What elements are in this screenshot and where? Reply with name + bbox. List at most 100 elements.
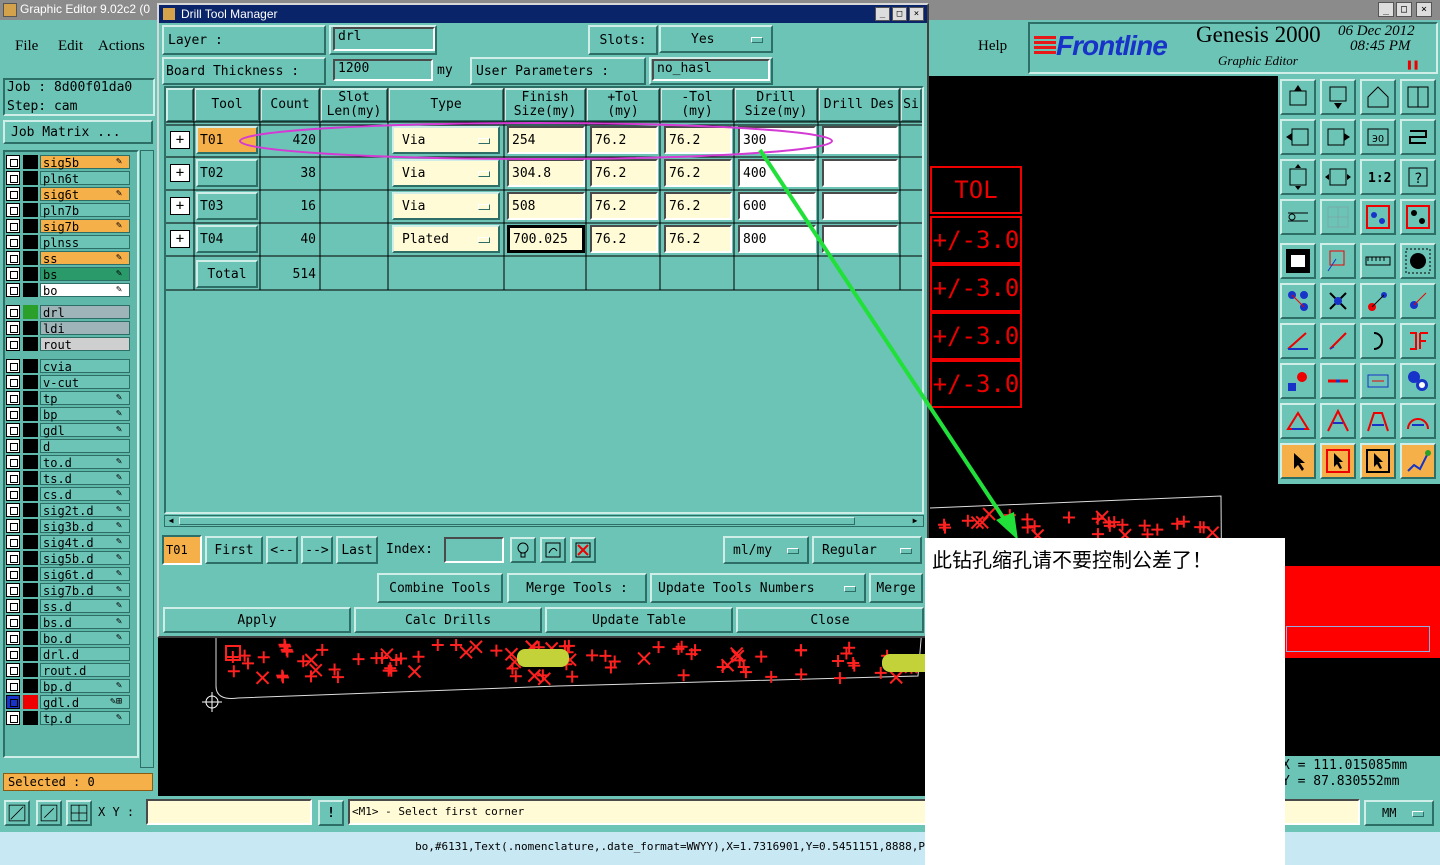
arch-icon[interactable] bbox=[1400, 403, 1436, 439]
layer-scrollbar[interactable] bbox=[140, 150, 154, 768]
arc-icon[interactable] bbox=[1360, 323, 1396, 359]
layer-checkbox[interactable] bbox=[6, 663, 20, 677]
layer-checkbox[interactable] bbox=[6, 203, 20, 217]
layer-checkbox[interactable] bbox=[6, 423, 20, 437]
angle-icon[interactable] bbox=[1280, 323, 1316, 359]
dialog-maximize-button[interactable]: □ bbox=[892, 7, 907, 21]
layer-checkbox[interactable] bbox=[6, 519, 20, 533]
layer-row-tp[interactable]: tp ✎ bbox=[6, 391, 130, 406]
alert-button[interactable]: ! bbox=[318, 800, 344, 826]
apply-button[interactable]: Apply bbox=[163, 607, 351, 633]
update-table-button[interactable]: Update Table bbox=[545, 607, 733, 633]
pointer-icon[interactable] bbox=[1280, 443, 1316, 479]
layer-checkbox[interactable] bbox=[6, 407, 20, 421]
index-input[interactable] bbox=[444, 537, 504, 563]
trapezoid-icon[interactable] bbox=[1360, 403, 1396, 439]
layer-row-rout[interactable]: rout bbox=[6, 337, 130, 352]
move-right-icon[interactable] bbox=[1320, 119, 1356, 155]
scroll-left-icon[interactable]: ◀ bbox=[165, 516, 177, 526]
layer-checkbox[interactable] bbox=[6, 155, 20, 169]
layer-checkbox[interactable] bbox=[6, 647, 20, 661]
layer-row-tp.d[interactable]: tp.d ✎ bbox=[6, 711, 130, 726]
mirror-icon[interactable]: ЭО bbox=[1360, 119, 1396, 155]
layer-row-drl[interactable]: drl bbox=[6, 305, 130, 320]
scroll-thumb[interactable] bbox=[179, 517, 855, 525]
layer-row-gdl[interactable]: gdl ✎ bbox=[6, 423, 130, 438]
outline-icon[interactable] bbox=[1320, 243, 1356, 279]
merge-button[interactable]: Merge bbox=[869, 573, 923, 603]
layer-row-sig2t.d[interactable]: sig2t.d ✎ bbox=[6, 503, 130, 518]
menu-edit[interactable]: Edit bbox=[58, 38, 83, 55]
user-params-input[interactable]: no_hasl bbox=[652, 59, 770, 81]
layer-checkbox[interactable] bbox=[6, 235, 20, 249]
layer-row-pln7b[interactable]: pln7b bbox=[6, 203, 130, 218]
layer-row-sig7b.d[interactable]: sig7b.d ✎ bbox=[6, 583, 130, 598]
layer-row-ldi[interactable]: ldi bbox=[6, 321, 130, 336]
job-matrix-button[interactable]: Job Matrix ... bbox=[3, 120, 153, 144]
layer-checkbox[interactable] bbox=[6, 455, 20, 469]
slots-dropdown[interactable]: Yes bbox=[659, 25, 773, 53]
layer-checkbox[interactable] bbox=[6, 337, 20, 351]
layer-row-ss[interactable]: ss ✎ bbox=[6, 251, 130, 266]
menu-actions[interactable]: Actions bbox=[98, 38, 145, 55]
scale-icon[interactable]: 1:2 bbox=[1360, 159, 1396, 195]
pad-map-icon[interactable] bbox=[1400, 199, 1436, 235]
thickness-input[interactable]: 1200 bbox=[333, 59, 433, 81]
layer-checkbox[interactable] bbox=[6, 321, 20, 335]
triangle-icon[interactable] bbox=[1280, 403, 1316, 439]
dialog-close-button[interactable]: × bbox=[909, 7, 924, 21]
grid-snap-icon[interactable] bbox=[66, 800, 92, 826]
grid-icon[interactable] bbox=[1320, 199, 1356, 235]
first-button[interactable]: First bbox=[205, 536, 263, 564]
layer-row-ss.d[interactable]: ss.d ✎ bbox=[6, 599, 130, 614]
pad-rect-icon[interactable] bbox=[1280, 363, 1316, 399]
layer-row-bo[interactable]: bo ✎ bbox=[6, 283, 130, 298]
select-box-icon[interactable] bbox=[1320, 443, 1356, 479]
layer-checkbox[interactable] bbox=[6, 375, 20, 389]
layer-checkbox[interactable] bbox=[6, 711, 20, 725]
pad-icon[interactable] bbox=[1400, 243, 1436, 279]
zoom-fit-icon[interactable] bbox=[4, 800, 30, 826]
line-icon[interactable] bbox=[1400, 283, 1436, 319]
layer-checkbox[interactable] bbox=[6, 679, 20, 693]
layer-row-cvia[interactable]: cvia bbox=[6, 359, 130, 374]
segment-icon[interactable] bbox=[1320, 323, 1356, 359]
text-icon[interactable] bbox=[1400, 323, 1436, 359]
calc-drills-button[interactable]: Calc Drills bbox=[354, 607, 542, 633]
layer-checkbox[interactable] bbox=[6, 583, 20, 597]
layer-checkbox[interactable] bbox=[6, 599, 20, 613]
layer-checkbox[interactable] bbox=[6, 567, 20, 581]
main-close-button[interactable]: × bbox=[1416, 2, 1432, 17]
fill-icon[interactable] bbox=[1280, 243, 1316, 279]
stretch-horizontal-icon[interactable] bbox=[1320, 159, 1356, 195]
layer-checkbox[interactable] bbox=[6, 283, 20, 297]
layer-checkbox[interactable] bbox=[6, 219, 20, 233]
move-down-icon[interactable] bbox=[1320, 79, 1356, 115]
layer-row-sig7b[interactable]: sig7b ✎ bbox=[6, 219, 130, 234]
layer-checkbox[interactable] bbox=[6, 391, 20, 405]
layer-row-sig5b[interactable]: sig5b ✎ bbox=[6, 155, 130, 170]
units-select[interactable]: ml/my bbox=[723, 536, 809, 564]
table-hscrollbar[interactable]: ◀ ▶ bbox=[164, 515, 924, 527]
layer-checkbox[interactable] bbox=[6, 535, 20, 549]
zoom-area-icon[interactable] bbox=[36, 800, 62, 826]
layer-row-d[interactable]: d bbox=[6, 439, 130, 454]
snap-settings-icon[interactable] bbox=[1280, 199, 1316, 235]
select-frame-icon[interactable] bbox=[1360, 443, 1396, 479]
layer-row-bp.d[interactable]: bp.d ✎ bbox=[6, 679, 130, 694]
rotate-icon[interactable] bbox=[1400, 119, 1436, 155]
delete-icon[interactable] bbox=[570, 537, 596, 563]
connect-icon[interactable] bbox=[1280, 283, 1316, 319]
units-dropdown[interactable]: MM bbox=[1364, 800, 1434, 826]
lamp-icon[interactable] bbox=[510, 537, 536, 563]
main-minimize-button[interactable]: _ bbox=[1378, 2, 1394, 17]
layer-row-pln6t[interactable]: pln6t bbox=[6, 171, 130, 186]
layer-row-to.d[interactable]: to.d ✎ bbox=[6, 455, 130, 470]
stretch-vertical-icon[interactable] bbox=[1280, 159, 1316, 195]
layer-checkbox[interactable] bbox=[6, 171, 20, 185]
ruler-icon[interactable] bbox=[1360, 243, 1396, 279]
move-left-icon[interactable] bbox=[1280, 119, 1316, 155]
layer-row-bs[interactable]: bs ✎ bbox=[6, 267, 130, 282]
cross-icon[interactable] bbox=[1320, 283, 1356, 319]
combine-tools-button[interactable]: Combine Tools bbox=[377, 573, 503, 603]
